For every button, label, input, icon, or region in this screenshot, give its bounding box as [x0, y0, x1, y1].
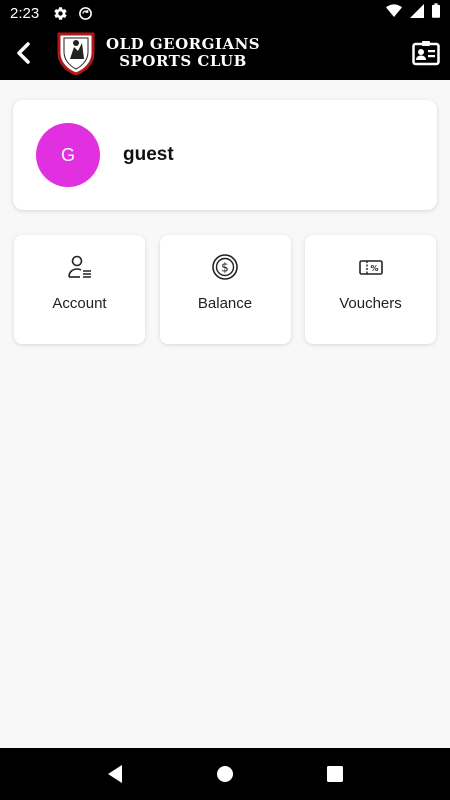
menu-tiles: Account $ Balance % Vouchers [14, 235, 436, 344]
chevron-left-icon [17, 42, 30, 64]
nav-home-button[interactable] [205, 754, 245, 794]
signal-icon [410, 3, 424, 23]
back-triangle-icon [108, 765, 122, 783]
system-nav-bar [0, 748, 450, 800]
account-tile[interactable]: Account [14, 235, 145, 344]
balance-tile[interactable]: $ Balance [159, 235, 291, 344]
vouchers-tile[interactable]: % Vouchers [305, 235, 436, 344]
vouchers-label: Vouchers [339, 295, 402, 312]
status-bar: 2:23 [0, 0, 450, 26]
account-list-icon [67, 255, 91, 278]
status-time: 2:23 [10, 4, 40, 22]
username: guest [123, 144, 174, 165]
home-circle-icon [217, 766, 233, 782]
club-crest-icon [57, 32, 95, 75]
club-name: OLD GEORGIANS SPORTS CLUB [106, 36, 260, 70]
svg-text:%: % [370, 264, 378, 273]
battery-icon [432, 3, 440, 23]
sync-icon [78, 6, 93, 21]
voucher-icon: % [358, 260, 383, 275]
back-button[interactable] [0, 26, 48, 80]
avatar[interactable]: G [36, 123, 100, 187]
profile-card: G guest [13, 100, 437, 210]
svg-text:$: $ [221, 261, 229, 275]
nav-recents-button[interactable] [315, 754, 355, 794]
id-card-icon [412, 41, 440, 66]
avatar-initial: G [60, 144, 75, 165]
id-card-button[interactable] [412, 39, 440, 67]
nav-back-button[interactable] [95, 754, 135, 794]
gear-icon [53, 6, 68, 21]
dollar-coin-icon: $ [212, 254, 238, 280]
wifi-icon [386, 3, 402, 23]
club-logo: OLD GEORGIANS SPORTS CLUB [56, 31, 260, 75]
recents-square-icon [327, 766, 343, 782]
balance-label: Balance [197, 295, 253, 312]
app-bar: OLD GEORGIANS SPORTS CLUB [0, 26, 450, 80]
account-label: Account [52, 295, 107, 312]
club-name-line1: OLD GEORGIANS [106, 35, 261, 53]
club-name-line2: SPORTS CLUB [119, 52, 247, 70]
